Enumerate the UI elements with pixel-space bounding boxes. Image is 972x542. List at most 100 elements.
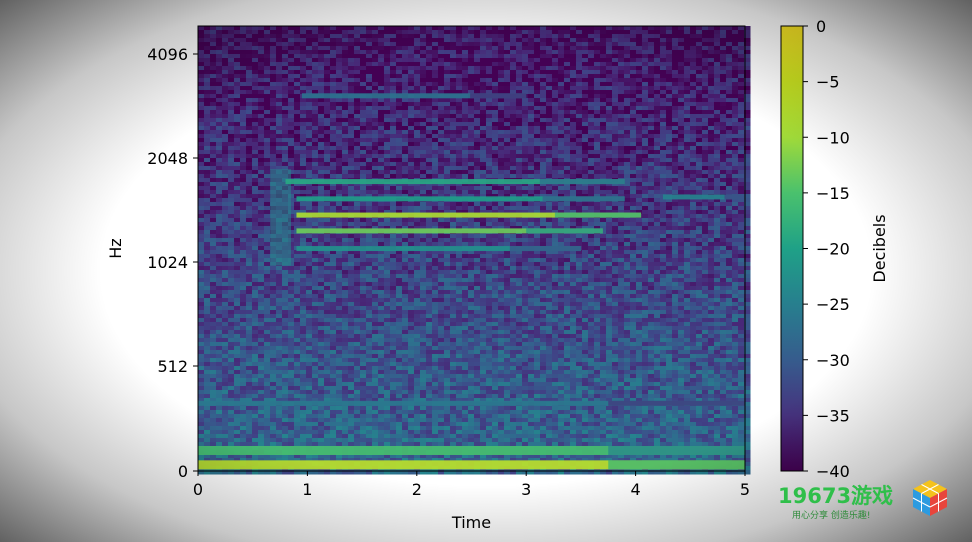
heat-cell [486,126,493,131]
heat-cell [654,198,661,203]
heat-cell [720,234,727,239]
heat-cell [228,34,235,39]
heat-cell [360,242,367,247]
heat-cell [408,110,415,115]
heat-cell [282,82,289,87]
heat-cell [576,118,583,123]
heat-cell [702,30,709,35]
heat-cell [690,70,697,75]
heat-cell [738,238,745,243]
heat-cell [228,54,235,59]
heat-cell [426,150,433,155]
heat-cell [630,46,637,51]
heat-cell [288,138,295,143]
heat-cell [378,174,385,179]
heat-cell [210,226,217,231]
heat-cell [282,26,289,31]
heat-cell [642,154,649,159]
heat-cell [246,206,253,211]
heat-cell [204,158,211,163]
heat-cell [276,150,283,155]
heat-cell [306,118,313,123]
heat-cell [678,30,685,35]
heat-cell [492,218,499,223]
heat-cell [312,142,319,147]
heat-cell [264,50,271,55]
heat-cell [324,98,331,103]
heat-cell [396,86,403,91]
heat-cell [258,222,265,227]
heat-cell [558,166,565,171]
heat-cell [570,54,577,59]
heat-cell [528,218,535,223]
heat-cell [522,98,529,103]
heat-cell [396,102,403,107]
heat-cell [492,118,499,123]
heat-cell [480,158,487,163]
heat-cell [522,50,529,55]
heat-cell [522,146,529,151]
heat-cell [720,66,727,71]
heat-cell [432,114,439,119]
heat-cell [282,118,289,123]
heat-cell [534,234,541,239]
heat-cell [408,58,415,63]
heat-cell [576,134,583,139]
heat-cell [564,222,571,227]
heat-cell [306,138,313,143]
heat-cell [240,158,247,163]
heat-cell [204,106,211,111]
heat-cell [222,82,229,87]
heat-cell [720,114,727,119]
heat-cell [666,162,673,167]
heat-cell [240,30,247,35]
heat-cell [228,166,235,171]
heat-cell [732,138,739,143]
heat-cell [570,110,577,115]
heat-cell [558,162,565,167]
heat-cell [432,238,439,243]
heat-cell [660,150,667,155]
heat-cell [300,170,307,175]
heat-cell [450,138,457,143]
heat-cell [360,110,367,115]
heat-cell [666,226,673,231]
heat-cell [636,170,643,175]
heat-cell [456,222,463,227]
heat-cell [222,134,229,139]
heat-cell [300,118,307,123]
heat-cell [576,106,583,111]
heat-cell [564,202,571,207]
heat-cell [702,218,709,223]
heat-cell [534,110,541,115]
heat-cell [528,66,535,71]
heat-cell [228,30,235,35]
heat-cell [402,126,409,131]
heat-cell [438,234,445,239]
heat-cell [420,174,427,179]
heat-cell [300,78,307,83]
heat-cell [312,146,319,151]
heat-cell [552,82,559,87]
heat-cell [738,202,745,207]
heat-cell [468,30,475,35]
heat-cell [318,126,325,131]
heat-cell [264,130,271,135]
heat-cell [486,190,493,195]
heat-cell [372,170,379,175]
heat-cell [552,130,559,135]
heat-cell [570,58,577,63]
heat-cell [486,238,493,243]
heat-cell [600,66,607,71]
heat-cell [426,74,433,79]
heat-cell [510,138,517,143]
heat-cell [306,206,313,211]
heat-cell [426,138,433,143]
heat-cell [696,42,703,47]
heat-cell [504,70,511,75]
heat-cell [222,242,229,247]
heat-cell [528,114,535,119]
heat-cell [474,238,481,243]
heat-cell [648,194,655,199]
heat-cell [234,138,241,143]
